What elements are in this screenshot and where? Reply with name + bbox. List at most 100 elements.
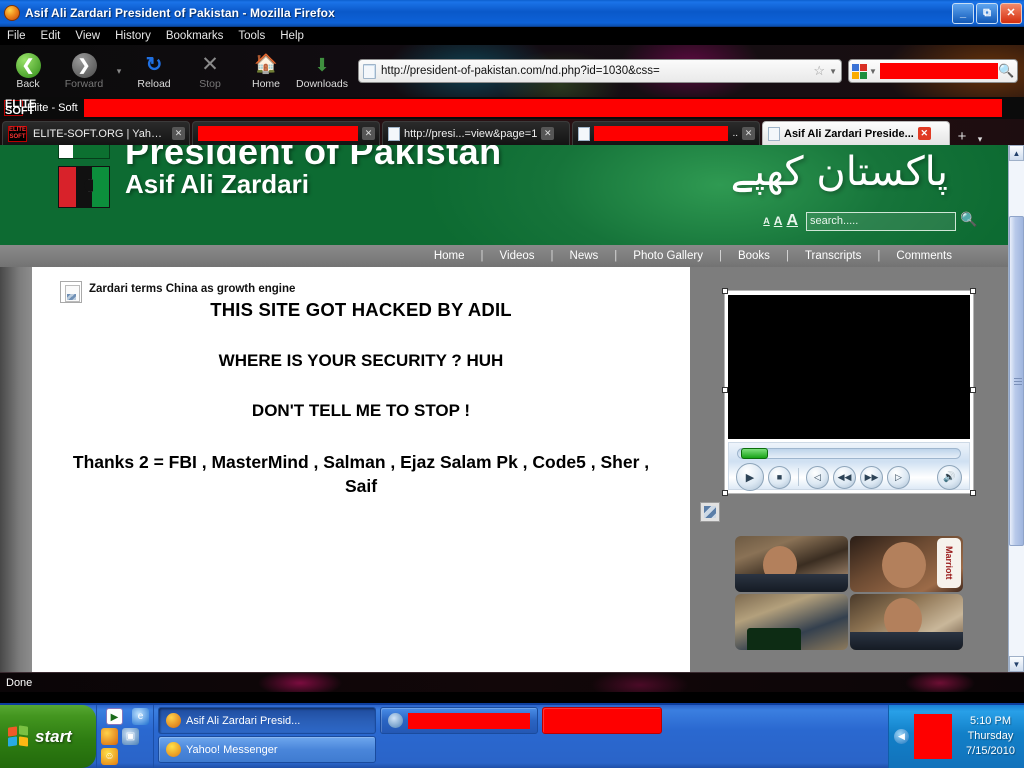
scroll-up-button[interactable]: ▲ — [1009, 145, 1024, 161]
text-size-large-button[interactable]: A — [786, 213, 798, 229]
close-icon[interactable]: ✕ — [172, 127, 185, 140]
play-button[interactable]: ▶ — [736, 463, 764, 491]
tray-redacted-icons[interactable] — [914, 714, 952, 759]
search-bar[interactable]: ▼ 🔍 — [848, 59, 1018, 83]
tab-elite-soft[interactable]: ELITE SOFT ELITE-SOFT.ORG | Yahoo | ... … — [2, 121, 190, 145]
new-tab-button[interactable]: + — [952, 128, 972, 145]
thumbnail-2[interactable]: Marriott — [850, 536, 963, 592]
menu-history[interactable]: History — [115, 30, 151, 42]
search-icon[interactable]: 🔍 — [960, 211, 978, 231]
address-bar[interactable]: http://president-of-pakistan.com/nd.php?… — [358, 59, 842, 83]
tab-redacted-2[interactable]: .. ✕ — [572, 121, 760, 145]
menu-edit[interactable]: Edit — [41, 30, 61, 42]
bookmark-redacted[interactable] — [83, 99, 1002, 117]
navigation-toolbar: ❮ Back ❯ Forward ▾ ↻ Reload ✕ Stop 🏠 Hom… — [0, 45, 1024, 97]
scroll-down-button[interactable]: ▼ — [1009, 656, 1024, 672]
text-size-medium-button[interactable]: A — [774, 215, 783, 227]
seek-thumb[interactable] — [741, 448, 768, 459]
news-headline[interactable]: Zardari terms China as growth engine — [89, 281, 295, 295]
search-icon[interactable]: 🔍 — [998, 63, 1014, 79]
search-input[interactable] — [879, 63, 998, 79]
video-display[interactable] — [728, 295, 970, 439]
fast-forward-button[interactable]: ▶▶ — [860, 465, 883, 489]
mute-button[interactable]: 🔊 — [937, 464, 962, 490]
nav-home[interactable]: Home — [418, 250, 481, 262]
resize-handle-tr[interactable] — [970, 288, 976, 294]
tab-redacted-1[interactable]: ✕ — [192, 121, 380, 145]
taskbar-button-yahoo-messenger[interactable]: Yahoo! Messenger — [158, 736, 376, 763]
messenger-icon — [388, 713, 403, 728]
site-title-line2: Asif Ali Zardari — [125, 169, 309, 199]
chevron-down-icon[interactable]: ▼ — [869, 67, 877, 76]
resize-handle-bl[interactable] — [722, 490, 728, 496]
stop-button[interactable]: ■ — [768, 465, 791, 489]
back-button[interactable]: ❮ Back — [0, 52, 56, 90]
taskbar-button-redacted-1[interactable] — [380, 707, 538, 734]
bookmark-label: Elite - Soft — [27, 102, 78, 114]
thumbnail-4[interactable] — [850, 594, 963, 650]
expand-tray-button[interactable]: ◀ — [894, 729, 909, 744]
rewind-button[interactable]: ◀◀ — [833, 465, 856, 489]
close-icon[interactable]: ✕ — [362, 127, 375, 140]
thumbnail-1[interactable] — [735, 536, 848, 592]
resize-handle-ml[interactable] — [722, 387, 728, 393]
home-button[interactable]: 🏠 Home — [238, 52, 294, 90]
close-button[interactable]: ✕ — [1000, 2, 1022, 24]
vscroll-thumb[interactable] — [1009, 216, 1024, 546]
menu-bookmarks[interactable]: Bookmarks — [166, 30, 224, 42]
text-size-small-button[interactable]: A — [763, 216, 770, 226]
nav-videos[interactable]: Videos — [484, 250, 551, 262]
menu-file[interactable]: File — [7, 30, 26, 42]
defacement-message: THIS SITE GOT HACKED BY ADIL WHERE IS YO… — [60, 299, 690, 498]
close-icon[interactable]: ✕ — [917, 127, 931, 140]
nav-transcripts[interactable]: Transcripts — [789, 250, 877, 262]
taskbar-button-firefox[interactable]: Asif Ali Zardari Presid... — [158, 707, 376, 734]
yahoo-messenger-icon[interactable]: ☺ — [101, 748, 118, 765]
close-icon[interactable]: ✕ — [541, 127, 555, 140]
close-icon[interactable]: ✕ — [742, 127, 755, 140]
stop-button[interactable]: ✕ Stop — [182, 52, 238, 90]
resize-handle-tl[interactable] — [722, 288, 728, 294]
next-button[interactable]: ▷ — [887, 465, 910, 489]
nav-news[interactable]: News — [554, 250, 615, 262]
bookmark-star-icon[interactable]: ☆ — [813, 63, 825, 79]
clock-time: 5:10 PM — [970, 715, 1011, 727]
tab-president-view[interactable]: http://presi...=view&page=1 ✕ — [382, 121, 570, 145]
resize-handle-br[interactable] — [970, 490, 976, 496]
minimize-button[interactable]: _ — [952, 2, 974, 24]
bookmark-elite-soft[interactable]: ELITE SOFT Elite - Soft — [2, 99, 84, 117]
vscroll-track[interactable] — [1009, 161, 1024, 656]
maximize-button[interactable]: ⧉ — [976, 2, 998, 24]
clock[interactable]: 5:10 PM Thursday 7/15/2010 — [957, 714, 1024, 759]
nav-books[interactable]: Books — [722, 250, 786, 262]
seek-slider[interactable] — [737, 448, 961, 459]
thumbnail-3[interactable] — [735, 594, 848, 650]
media-player-icon[interactable]: ▶ — [106, 708, 123, 725]
menu-tools[interactable]: Tools — [238, 30, 265, 42]
page-content: President of Pakistan Asif Ali Zardari پ… — [0, 145, 1008, 672]
start-button[interactable]: start — [0, 705, 96, 768]
google-icon — [852, 63, 867, 79]
site-search-input[interactable]: search..... — [806, 211, 956, 231]
resize-handle-mr[interactable] — [970, 387, 976, 393]
clock-day: Thursday — [967, 730, 1014, 742]
vertical-scrollbar[interactable]: ▲ ▼ — [1008, 145, 1024, 672]
nav-photo-gallery[interactable]: Photo Gallery — [617, 250, 719, 262]
taskbar-button-label: Yahoo! Messenger — [186, 743, 278, 756]
chevron-down-icon[interactable]: ▾ — [112, 66, 126, 77]
reload-button[interactable]: ↻ Reload — [126, 52, 182, 90]
downloads-button[interactable]: ⬇ Downloads — [294, 52, 350, 90]
tab-asif-ali-zardari[interactable]: Asif Ali Zardari Preside... ✕ — [762, 121, 950, 145]
nav-comments[interactable]: Comments — [880, 250, 968, 262]
list-all-tabs-button[interactable]: ▾ — [972, 134, 988, 145]
show-desktop-icon[interactable]: ▣ — [122, 728, 139, 745]
taskbar-button-redacted-2[interactable] — [542, 707, 662, 734]
menu-help[interactable]: Help — [280, 30, 304, 42]
menu-view[interactable]: View — [75, 30, 100, 42]
firefox-icon[interactable] — [101, 728, 118, 745]
chevron-down-icon[interactable]: ▼ — [829, 67, 837, 76]
media-player[interactable]: ▶ ■ ◁ ◀◀ ▶▶ ▷ 🔊 — [722, 288, 976, 496]
forward-button[interactable]: ❯ Forward — [56, 52, 112, 90]
internet-explorer-icon[interactable]: e — [132, 708, 149, 725]
previous-button[interactable]: ◁ — [806, 465, 829, 489]
